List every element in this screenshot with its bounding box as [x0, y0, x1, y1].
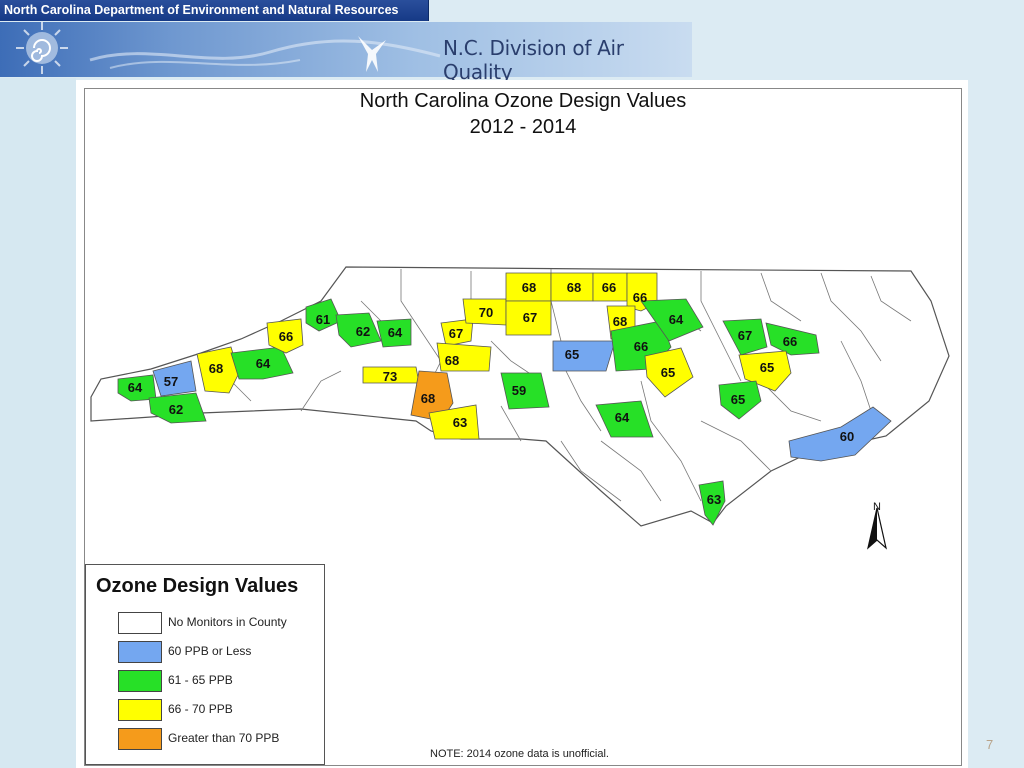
legend-swatch	[118, 612, 162, 634]
north-label: N	[873, 501, 881, 513]
legend-label: No Monitors in County	[168, 615, 287, 629]
county-value-label: 64	[128, 380, 143, 395]
county-value-label: 66	[783, 334, 797, 349]
county-value-label: 65	[731, 392, 745, 407]
sun-spiral-icon	[16, 22, 68, 74]
legend-item-gt70: Greater than 70 PPB	[118, 728, 318, 750]
header-banner: North Carolina Department of Environment…	[0, 0, 692, 84]
county-shape	[552, 340, 616, 372]
county-value-label: 65	[661, 365, 675, 380]
county-value-label: 59	[512, 383, 526, 398]
county-value-label: 64	[388, 325, 403, 340]
county-value-label: 68	[421, 391, 435, 406]
county-value-label: 65	[565, 347, 579, 362]
county-value-label: 68	[445, 353, 459, 368]
agency-name: North Carolina Department of Environment…	[4, 3, 399, 17]
county-value-label: 68	[613, 314, 627, 329]
legend-title: Ozone Design Values	[96, 575, 299, 597]
county-value-label: 61	[316, 312, 330, 327]
legend-item-le60: 60 PPB or Less	[118, 641, 318, 663]
north-arrow-icon	[867, 507, 887, 550]
county-value-label: 64	[669, 312, 684, 327]
legend-item-61-65: 61 - 65 PPB	[118, 670, 318, 692]
county-value-label: 67	[523, 310, 537, 325]
county-value-label: 66	[633, 290, 647, 305]
county-value-label: 62	[356, 324, 370, 339]
division-bar: N.C. Division of Air Quality	[0, 22, 692, 84]
county-value-label: 66	[279, 329, 293, 344]
county-value-label: 67	[738, 328, 752, 343]
county-value-label: 57	[164, 374, 178, 389]
page-number: 7	[986, 737, 994, 752]
county-value-label: 73	[383, 369, 397, 384]
county-value-label: 64	[615, 410, 630, 425]
county-value-label: 67	[449, 326, 463, 341]
legend-item-none: No Monitors in County	[118, 612, 318, 634]
legend-label: Greater than 70 PPB	[168, 731, 280, 745]
legend-label: 66 - 70 PPB	[168, 702, 233, 716]
side-strip	[0, 78, 76, 768]
legend-swatch	[118, 641, 162, 663]
county-value-label: 66	[602, 280, 616, 295]
legend-swatch	[118, 699, 162, 721]
legend-label: 61 - 65 PPB	[168, 673, 233, 687]
county-value-label: 64	[256, 356, 271, 371]
county-value-label: 68	[522, 280, 536, 295]
county-value-label: 68	[209, 361, 223, 376]
county-value-label: 63	[707, 492, 721, 507]
legend: Ozone Design Values No Monitors in Count…	[85, 564, 325, 765]
county-value-label: 63	[453, 415, 467, 430]
legend-label: 60 PPB or Less	[168, 644, 252, 658]
county-value-label: 70	[479, 305, 493, 320]
division-title: N.C. Division of Air Quality	[443, 36, 624, 84]
county-value-label: 62	[169, 402, 183, 417]
agency-bar: North Carolina Department of Environment…	[0, 0, 429, 21]
county-value-label: 60	[840, 429, 854, 444]
map-note: NOTE: 2014 ozone data is unofficial.	[430, 748, 609, 760]
legend-swatch	[118, 670, 162, 692]
legend-swatch	[118, 728, 162, 750]
legend-item-66-70: 66 - 70 PPB	[118, 699, 318, 721]
county-value-label: 68	[567, 280, 581, 295]
county-value-label: 65	[760, 360, 774, 375]
county-value-label: 66	[634, 339, 648, 354]
